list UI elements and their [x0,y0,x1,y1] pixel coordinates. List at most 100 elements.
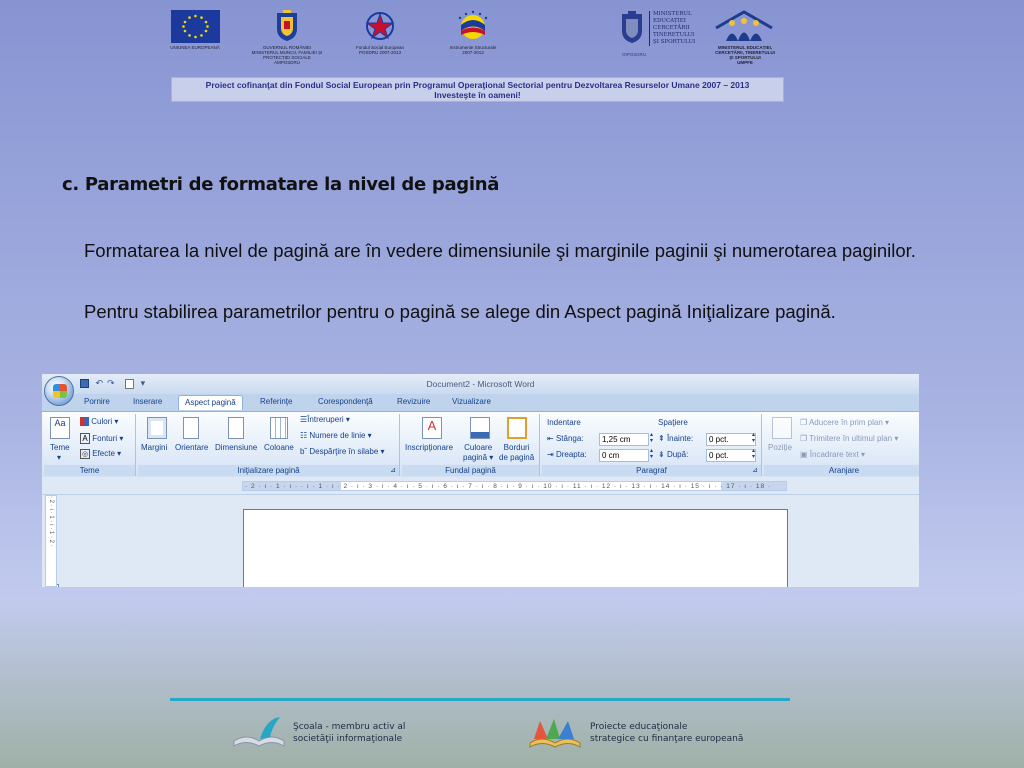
page-setup-launcher-icon[interactable]: ⊿ [390,465,396,476]
project-banner: Proiect cofinanţat din Fondul Social Eur… [171,77,784,102]
page-borders-icon[interactable] [507,417,527,439]
fonturi-button[interactable]: A Fonturi ▾ [80,433,123,444]
teme-dropdown-icon[interactable]: ▾ [57,453,61,462]
paragraph-1: Formatarea la nivel de pagină are în ved… [84,240,916,261]
columns-icon[interactable] [270,417,288,439]
effects-icon: ◎ [80,449,90,459]
office-button[interactable] [44,376,74,406]
spacing-after-label: ⇟ După: [658,450,689,459]
spatiere-label: Spaţiere [658,418,688,427]
send-back-icon: ❐ [800,434,808,443]
size-icon[interactable] [228,417,244,439]
fse-caption: Fondul Social European POSDRU 2007-2013 [355,45,405,55]
spacing-before-label: ⇞ Înainte: [658,434,694,443]
trimitere-ultim-plan-button[interactable]: ❐ Trimitere în ultimul plan ▾ [800,434,898,443]
spacing-after-icon: ⇟ [658,450,665,459]
indent-left-icon: ⇤ [547,434,554,443]
orientare-button[interactable]: Orientare [175,443,208,452]
orientation-icon[interactable] [183,417,199,439]
watermark-icon[interactable]: A [422,417,442,439]
indent-right-spin-arrows[interactable]: ▴ ▾ [650,448,653,460]
umpfe-logo-icon [715,10,773,41]
ruler-row: L · 2 · ı · 1 · ı · · ı · 1 · ı · 2 · ı … [42,477,919,587]
romania-coat-of-arms-icon [277,10,297,41]
hyphenation-icon: b˘ [300,447,308,456]
group-initializare-pagina: Margini Orientare Dimensiune Coloane ☰În… [138,414,400,476]
efecte-button[interactable]: ◎ Efecte ▾ [80,449,121,459]
footer-left-text: Şcoala - membru activ al societăţii infor… [293,722,406,744]
vertical-ruler[interactable]: · 2 · ı · 1 · ı · 1 · 2 · [45,495,57,587]
themes-icon[interactable]: Aa [50,417,70,439]
pozitie-button[interactable]: Poziție [768,443,792,452]
umpfe-caption: MINISTERUL EDUCAȚIEI, CERCETĂRII, TINERE… [715,45,775,65]
word-window: ↶↷ ▾ Document2 - Microsoft Word Pornire … [42,374,919,587]
ruler-scale: · 2 · ı · 1 · ı · · ı · 1 · ı · 2 · ı · … [245,483,772,490]
group-label-fundal: Fundal pagină [402,465,539,476]
group-label-aranjare: Aranjare [764,465,919,476]
ministry-wordmark: MINISTERUL EDUCAȚIEI CERCETĂRII TINERETU… [649,11,695,46]
culori-button[interactable]: Culori ▾ [80,417,118,427]
indent-left-spin-arrows[interactable]: ▴ ▾ [650,432,653,444]
inscriptionare-button[interactable]: Inscripţionare [405,443,453,452]
line-numbers-icon: ☷ [300,431,308,440]
coloane-button[interactable]: Coloane [264,443,294,452]
spacing-after-spin-arrows[interactable]: ▴ ▾ [752,448,755,460]
spacing-before-icon: ⇞ [658,434,665,443]
ministry-education-crest-icon [622,11,642,43]
bring-front-icon: ❐ [800,418,808,427]
indentare-label: Indentare [547,418,581,427]
spacing-before-spin-arrows[interactable]: ▴ ▾ [752,432,755,444]
ribbon: Aa Teme ▾ Culori ▾ A Fonturi ▾ ◎ Efecte … [42,411,919,477]
indent-right-label: ⇥ Dreapta: [547,450,587,459]
tab-inserare[interactable]: Inserare [133,397,162,406]
position-icon[interactable] [772,417,792,439]
banner-line-2: Investeşte în oameni! [434,90,521,100]
banner-line-1: Proiect cofinanţat din Fondul Social Eur… [205,80,750,90]
intreruperi-button[interactable]: ☰Întreruperi ▾ [300,415,350,424]
paragraph-2: Pentru stabilirea parametrilor pentru o … [84,301,836,322]
colorful-book-icon [529,719,581,748]
indent-right-icon: ⇥ [547,450,554,459]
government-caption: GUVERNUL ROMÂNIEI MINISTERUL MUNCII, FAM… [251,45,323,65]
tab-pornire[interactable]: Pornire [84,397,110,406]
document-page[interactable] [243,509,788,587]
spacing-after-spinner[interactable]: 0 pct. [706,449,756,462]
aducere-prim-plan-button[interactable]: ❐ Aducere în prim plan ▾ [800,418,889,427]
tab-corespondenta[interactable]: Corespondenţă [318,397,373,406]
page-color-icon[interactable] [470,417,490,439]
indent-left-spinner[interactable]: 1,25 cm [599,433,649,446]
title-bar: ↶↷ ▾ Document2 - Microsoft Word [42,374,919,394]
eu-flag-icon [171,10,220,43]
colors-icon [80,417,89,427]
borduri-pagina-button[interactable]: Borduri de pagină [499,443,534,463]
margini-button[interactable]: Margini [141,443,167,452]
paragraph-launcher-icon[interactable]: ⊿ [752,465,758,476]
teme-button[interactable]: Teme [50,443,70,452]
group-teme: Aa Teme ▾ Culori ▾ A Fonturi ▾ ◎ Efecte … [44,414,136,476]
footer-right-text: Proiecte educaţionale strategice cu finan… [590,722,744,744]
fonts-icon: A [80,433,90,444]
text-wrap-icon: ▣ [800,450,808,459]
tab-aspect-pagina[interactable]: Aspect pagină [178,395,243,410]
horizontal-ruler[interactable]: · 2 · ı · 1 · ı · · ı · 1 · ı · 2 · ı · … [242,481,787,491]
margins-icon[interactable] [147,417,167,439]
despartire-silabe-button[interactable]: b˘ Despărţire în silabe ▾ [300,447,385,456]
structural-caption: Instrumente Structurale 2007-2013 [449,45,497,55]
oiposdru-caption: OIPOSDRU [621,52,646,57]
eu-caption: UNIUNEA EUROPEANĂ [170,45,220,50]
tab-vizualizare[interactable]: Vizualizare [452,397,491,406]
culoare-pagina-button[interactable]: Culoare pagină ▾ [463,443,493,463]
ribbon-tabs: Pornire Inserare Aspect pagină Referinţe… [42,394,919,411]
incadrare-text-button[interactable]: ▣ Încadrare text ▾ [800,450,865,459]
group-fundal-pagina: A Inscripţionare Culoare pagină ▾ Borduri… [402,414,540,476]
spacing-before-spinner[interactable]: 0 pct. [706,433,756,446]
dimensiune-button[interactable]: Dimensiune [215,443,257,452]
tab-referinte[interactable]: Referinţe [260,397,292,406]
slide-heading: c. Parametri de formatare la nivel de pa… [62,174,500,195]
window-title: Document2 - Microsoft Word [426,379,535,389]
group-label-teme: Teme [44,465,135,476]
tab-revizuire[interactable]: Revizuire [397,397,430,406]
numere-linie-button[interactable]: ☷ Numere de linie ▾ [300,431,372,440]
indent-right-spinner[interactable]: 0 cm [599,449,649,462]
group-label-initializare: Iniţializare pagină ⊿ [138,465,399,476]
